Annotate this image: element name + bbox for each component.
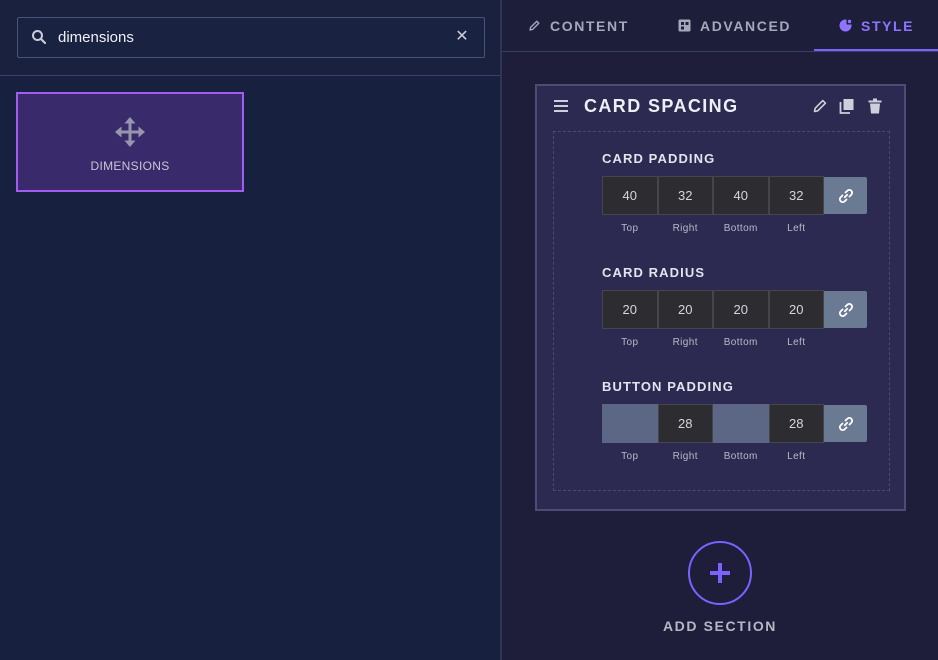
field-card-radius: CARD RADIUS 20 20 20 20 Top Right Bottom… bbox=[602, 265, 872, 348]
side-labels: Top Right Bottom Left bbox=[602, 337, 824, 349]
input-left[interactable]: 20 bbox=[768, 290, 824, 329]
field-label: BUTTON PADDING bbox=[602, 379, 734, 394]
side-label-top: Top bbox=[621, 451, 639, 462]
side-labels: Top Right Bottom Left bbox=[602, 451, 824, 463]
input-top[interactable]: 40 bbox=[602, 176, 658, 215]
search-icon bbox=[31, 29, 47, 45]
field-button-padding: BUTTON PADDING 28 28 Top Right Bottom Le… bbox=[602, 379, 872, 462]
link-icon bbox=[838, 302, 853, 317]
input-right[interactable]: 20 bbox=[657, 290, 713, 329]
tab-bar: CONTENT ADVANCED STYLE bbox=[502, 0, 938, 52]
trash-icon[interactable] bbox=[867, 98, 883, 114]
link-icon bbox=[838, 188, 853, 203]
add-section-label: ADD SECTION bbox=[662, 618, 778, 634]
dimension-inputs: 40 32 40 32 bbox=[602, 176, 868, 215]
tab-content[interactable]: CONTENT bbox=[528, 0, 629, 51]
link-icon bbox=[838, 416, 853, 431]
tab-advanced-label: ADVANCED bbox=[700, 17, 792, 34]
section-title: CARD SPACING bbox=[584, 96, 739, 116]
side-label-left: Left bbox=[787, 337, 806, 348]
input-bottom[interactable] bbox=[713, 404, 769, 443]
input-left[interactable]: 28 bbox=[768, 404, 824, 443]
drag-handle-icon[interactable] bbox=[553, 99, 569, 113]
field-card-padding: CARD PADDING 40 32 40 32 Top Right Botto… bbox=[602, 151, 872, 234]
input-top[interactable]: 20 bbox=[602, 290, 658, 329]
input-right[interactable]: 32 bbox=[657, 176, 713, 215]
side-label-right: Right bbox=[672, 451, 698, 462]
side-label-bottom: Bottom bbox=[723, 223, 758, 234]
widget-label: DIMENSIONS bbox=[90, 159, 170, 173]
side-label-top: Top bbox=[621, 223, 639, 234]
active-tab-indicator bbox=[814, 49, 938, 51]
section-card-spacing: CARD SPACING CARD PADDING 40 32 40 32 To… bbox=[535, 84, 906, 511]
palette-icon bbox=[839, 19, 852, 32]
tab-advanced[interactable]: ADVANCED bbox=[678, 0, 791, 51]
side-label-right: Right bbox=[672, 223, 698, 234]
section-body: CARD PADDING 40 32 40 32 Top Right Botto… bbox=[553, 131, 890, 491]
field-label: CARD PADDING bbox=[602, 151, 716, 166]
side-label-bottom: Bottom bbox=[723, 451, 758, 462]
edit-icon[interactable] bbox=[812, 98, 828, 114]
move-arrows-icon bbox=[114, 116, 146, 148]
link-values-button[interactable] bbox=[824, 177, 867, 214]
input-bottom[interactable]: 40 bbox=[713, 176, 769, 215]
plus-icon bbox=[710, 563, 730, 583]
dimension-inputs: 20 20 20 20 bbox=[602, 290, 868, 329]
input-left[interactable]: 32 bbox=[768, 176, 824, 215]
side-label-left: Left bbox=[787, 451, 806, 462]
link-values-button[interactable] bbox=[824, 291, 867, 328]
section-header: CARD SPACING bbox=[537, 86, 904, 126]
widget-panel: ✕ DIMENSIONS bbox=[0, 0, 500, 660]
side-labels: Top Right Bottom Left bbox=[602, 223, 824, 235]
copy-icon[interactable] bbox=[839, 98, 855, 114]
input-right[interactable]: 28 bbox=[657, 404, 713, 443]
tab-content-label: CONTENT bbox=[550, 17, 629, 34]
side-label-right: Right bbox=[672, 337, 698, 348]
pencil-icon bbox=[529, 20, 540, 31]
widget-tile-dimensions[interactable]: DIMENSIONS bbox=[16, 92, 244, 192]
tab-style-label: STYLE bbox=[861, 17, 915, 34]
search-input[interactable] bbox=[58, 18, 448, 57]
search-area: ✕ bbox=[0, 0, 500, 76]
input-bottom[interactable]: 20 bbox=[713, 290, 769, 329]
close-icon[interactable]: ✕ bbox=[454, 29, 470, 45]
grid-plus-icon bbox=[678, 19, 691, 32]
input-top[interactable] bbox=[602, 404, 658, 443]
dimension-inputs: 28 28 bbox=[602, 404, 868, 443]
side-label-bottom: Bottom bbox=[723, 337, 758, 348]
side-label-left: Left bbox=[787, 223, 806, 234]
tab-style[interactable]: STYLE bbox=[839, 0, 914, 51]
settings-panel: CONTENT ADVANCED STYLE CARD SPACING CARD… bbox=[502, 0, 938, 660]
search-box[interactable]: ✕ bbox=[17, 17, 485, 58]
add-section-button[interactable] bbox=[688, 541, 752, 605]
field-label: CARD RADIUS bbox=[602, 265, 706, 280]
side-label-top: Top bbox=[621, 337, 639, 348]
link-values-button[interactable] bbox=[824, 405, 867, 442]
